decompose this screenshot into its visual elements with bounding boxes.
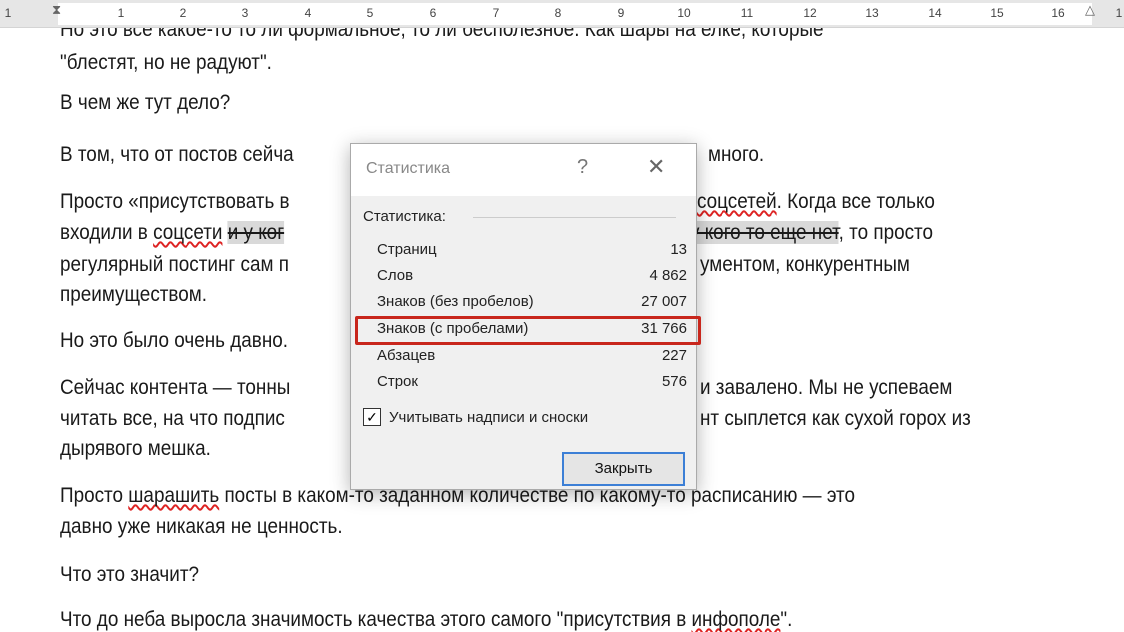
stat-row-paragraphs: Абзацев 227 [377,347,687,364]
ruler-number: 10 [677,6,691,20]
text: Просто [60,484,129,507]
stat-label: Страниц [377,241,437,258]
ruler-number: 5 [366,6,374,20]
stat-row-lines: Строк 576 [377,373,687,390]
ruler-number: 1 [4,6,12,20]
doc-line: Что это значит? [60,563,200,586]
doc-line: Просто «присутствовать в [60,190,290,213]
horizontal-ruler[interactable]: ⧗ △ 1 1 2 3 4 5 6 7 8 9 10 11 12 13 14 1… [0,0,1124,28]
deleted-text: у кого то еще нет [690,221,839,244]
stat-value: 4 862 [649,267,687,284]
deleted-text: и у ког [227,221,285,244]
doc-line: Но это было очень давно. [60,329,289,352]
ruler-number: 1 [117,6,125,20]
stat-label: Знаков (с пробелами) [377,320,529,337]
ruler-number: 12 [803,6,817,20]
doc-line: у кого то еще нет, то просто [690,221,933,245]
misspelled-word[interactable]: соцсети [153,221,222,244]
stat-row-chars-with-spaces: Знаков (с пробелами) 31 766 [377,320,687,337]
ruler-number: 6 [429,6,437,20]
ruler-number: 14 [928,6,942,20]
stat-value: 27 007 [641,293,687,310]
ruler-number: 7 [492,6,500,20]
doc-line: регулярный постинг сам п [60,253,289,276]
doc-line: давно уже никакая не ценность. [60,515,343,538]
doc-line: Сейчас контента — тонны [60,376,291,399]
text: Что до неба выросла значимость качества … [60,608,692,631]
group-divider [473,217,676,218]
misspelled-word[interactable]: соцсетей [697,190,777,213]
doc-line: преимуществом. [60,283,208,306]
dialog-titlebar[interactable]: Статистика ? ✕ [351,144,696,196]
right-indent-marker-icon[interactable]: △ [1085,2,1095,18]
include-textboxes-checkbox[interactable]: ✓ [363,408,381,426]
stat-value: 31 766 [641,320,687,337]
stat-row-words: Слов 4 862 [377,267,687,284]
indent-marker-icon[interactable]: ⧗ [52,2,61,18]
doc-line: много. [708,143,765,166]
text: , то просто [838,221,934,244]
doc-line: и завалено. Мы не успеваем [700,376,953,399]
ruler-number: 11 [740,6,754,20]
ruler-number: 8 [554,6,562,20]
stat-label: Знаков (без пробелов) [377,293,534,310]
doc-line: В том, что от постов сейча [60,143,294,166]
help-icon[interactable]: ? [577,156,588,179]
text: . Когда все только [776,190,935,213]
doc-line: Что до неба выросла значимость качества … [60,608,792,632]
doc-line: нт сыплется как сухой горох из [700,407,971,430]
ruler-number: 15 [990,6,1004,20]
stat-row-pages: Страниц 13 [377,241,687,258]
text: входили в [60,221,154,244]
doc-line: входили в соцсети и у ког [60,221,285,245]
dialog-title: Статистика [366,160,451,177]
stat-label: Слов [377,267,414,284]
ruler-number: 3 [241,6,249,20]
misspelled-word[interactable]: инфополе [691,608,780,631]
doc-line: читать все, на что подпис [60,407,285,430]
ruler-number: 9 [617,6,625,20]
stat-value: 576 [661,373,687,390]
stat-label: Абзацев [377,347,436,364]
ruler-number: 1 [1115,6,1123,20]
ruler-number: 2 [179,6,187,20]
group-label: Статистика: [363,208,446,225]
stat-row-chars-no-spaces: Знаков (без пробелов) 27 007 [377,293,687,310]
doc-line: дырявого мешка. [60,437,211,460]
text: ". [780,608,793,631]
stat-value: 227 [661,347,687,364]
stat-value: 13 [670,241,687,258]
ruler-number: 13 [865,6,879,20]
close-button[interactable]: Закрыть [562,452,685,486]
doc-line: соцсетей. Когда все только [697,190,935,214]
doc-line: ументом, конкурентным [700,253,910,276]
ruler-number: 16 [1051,6,1065,20]
checkbox-label[interactable]: Учитывать надписи и сноски [389,409,588,426]
doc-line: В чем же тут дело? [60,91,231,114]
close-icon[interactable]: ✕ [647,154,665,180]
stat-label: Строк [377,373,418,390]
misspelled-word[interactable]: шарашить [128,484,219,507]
word-count-dialog: Статистика ? ✕ Статистика: Страниц 13 Сло… [350,143,701,490]
doc-line: "блестят, но не радуют". [60,51,272,74]
ruler-number: 4 [304,6,312,20]
